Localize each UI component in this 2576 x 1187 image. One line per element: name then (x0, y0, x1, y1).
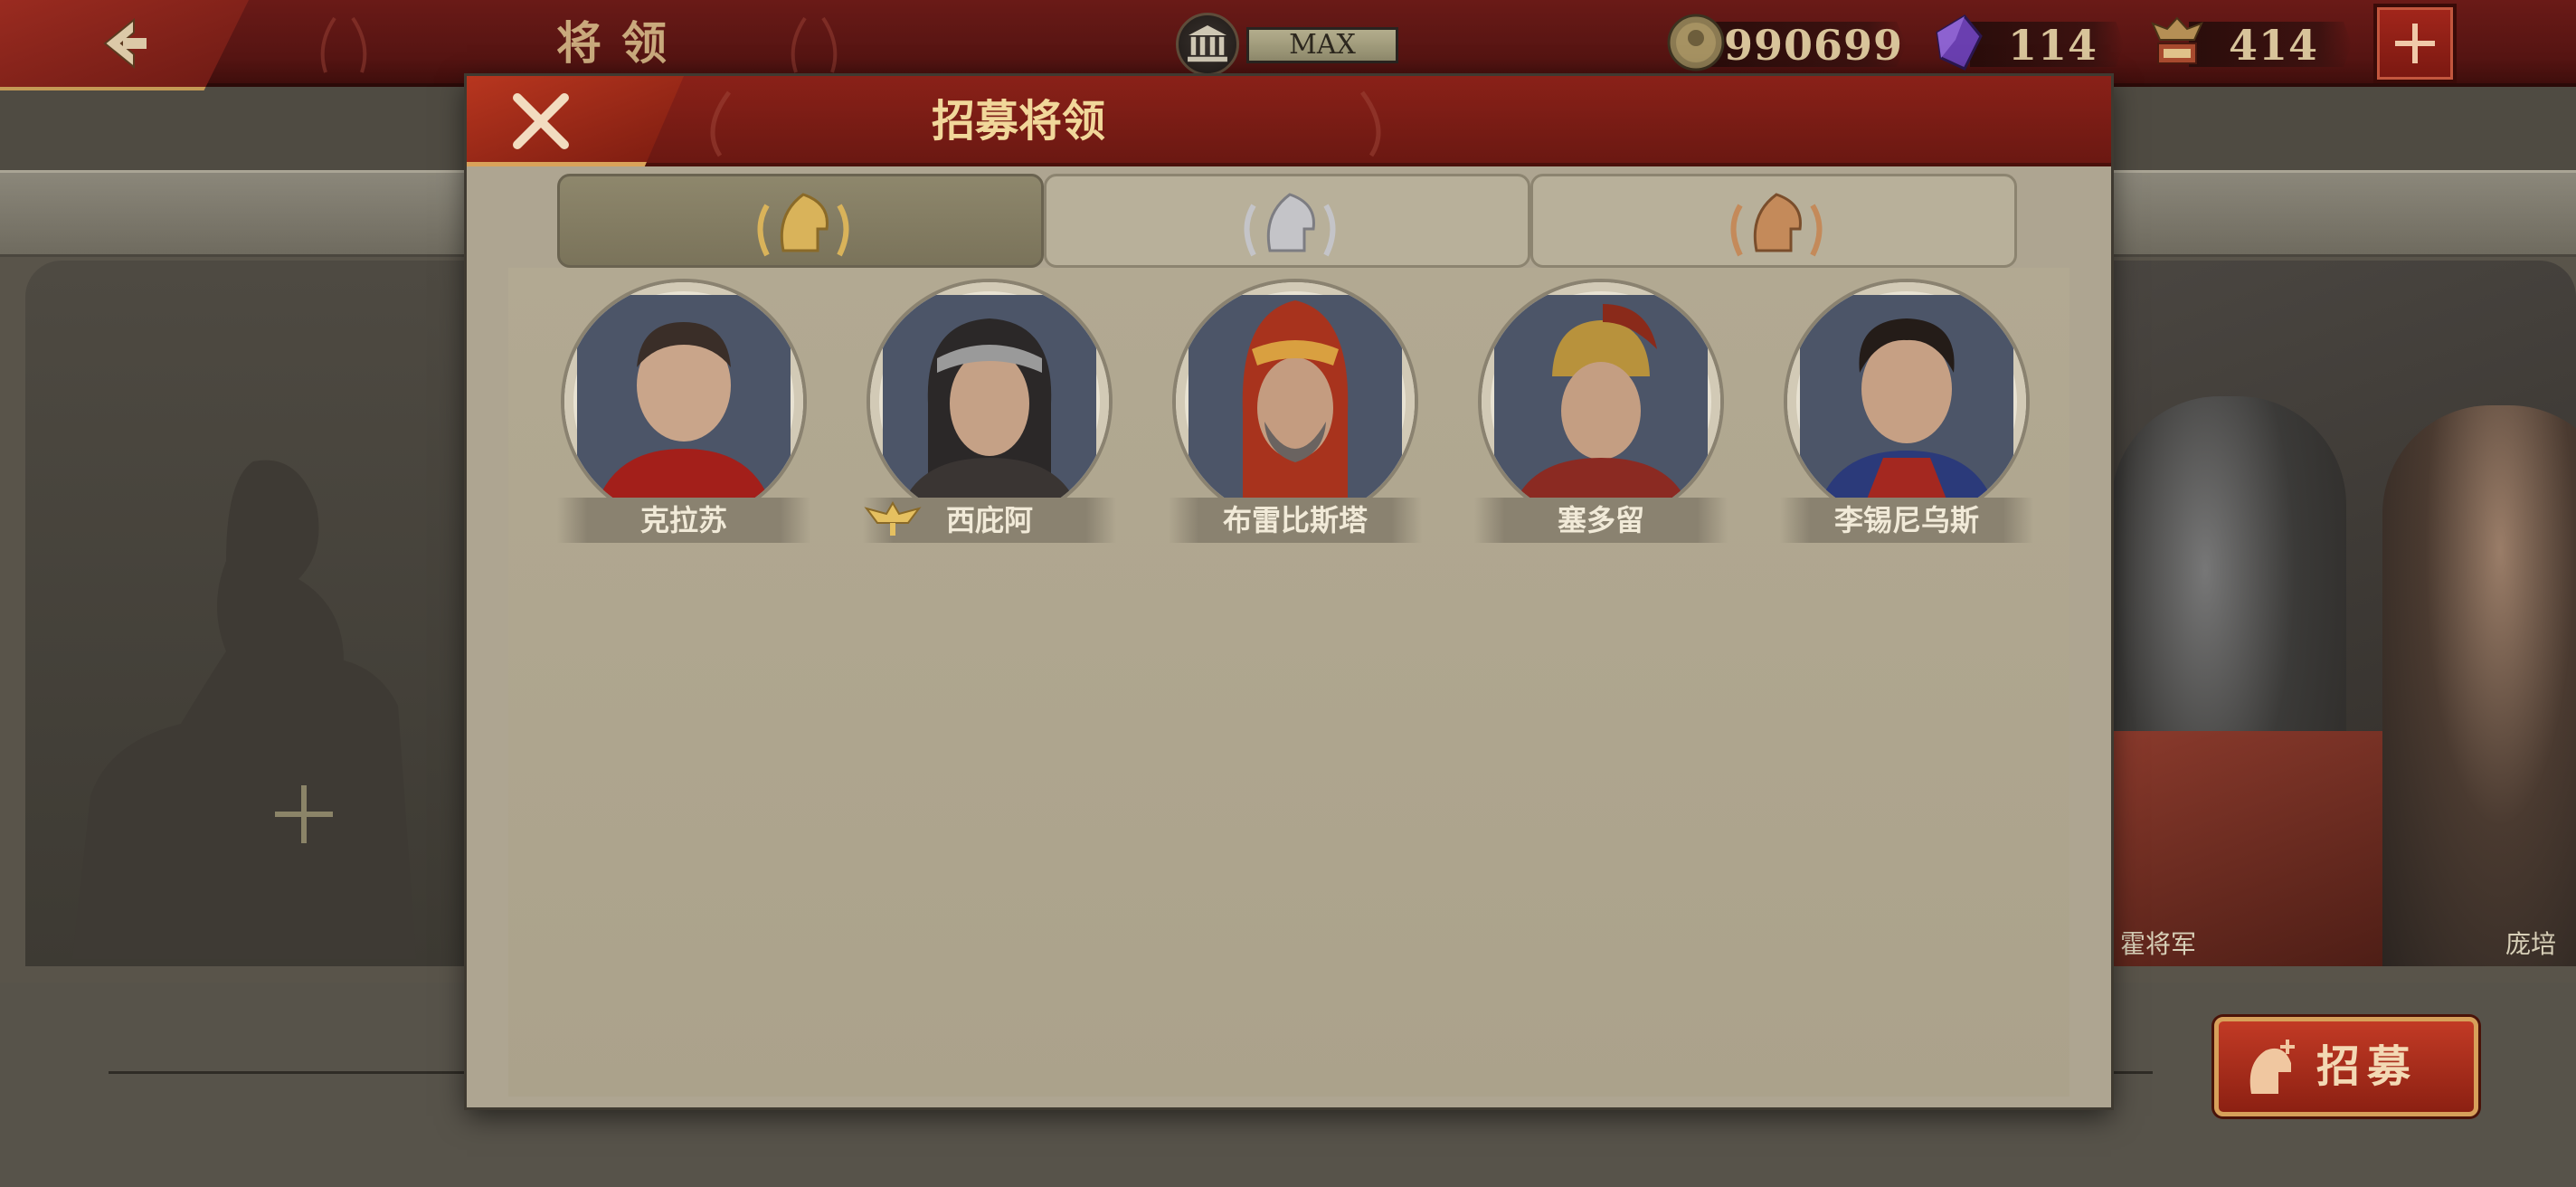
silver-helmet-icon (1244, 193, 1336, 257)
coin-counter[interactable]: 990699 (1666, 13, 1910, 76)
spqr-eagle-icon (2151, 16, 2203, 64)
building-level-indicator[interactable]: MAX (1176, 13, 1402, 76)
back-button[interactable] (0, 0, 249, 90)
general-face-image (1494, 295, 1708, 508)
recruit-general-dialog: 招募将领 克拉苏 西庇阿 布雷比斯塔 塞多留 李锡尼乌斯 (467, 76, 2111, 1107)
divider (2107, 1071, 2153, 1074)
temple-icon (1176, 13, 1239, 76)
recruit-button-label: 招募 (2316, 1041, 2419, 1092)
general-name: 塞多留 (1557, 503, 1644, 537)
gem-value: 114 (2008, 21, 2098, 70)
coin-value: 990699 (1724, 21, 1904, 70)
top-bar: 将领 MAX 990699 114 414 (0, 0, 2576, 90)
general-image (2382, 405, 2576, 966)
close-icon (513, 93, 569, 149)
general-card-burebista[interactable]: 布雷比斯塔 (1169, 282, 1422, 617)
general-name: 布雷比斯塔 (1222, 503, 1368, 537)
tier-tabs (557, 174, 2017, 268)
general-name: 克拉苏 (639, 503, 727, 537)
add-general-plus-icon[interactable] (275, 785, 333, 843)
general-name: 李锡尼乌斯 (1833, 503, 1979, 537)
tab-silver[interactable] (1044, 174, 1530, 268)
general-face-image (1189, 295, 1402, 508)
laurel-icon (710, 90, 732, 157)
tab-bronze[interactable] (1530, 174, 2017, 268)
close-button[interactable] (467, 76, 684, 166)
soldier-silhouette (72, 460, 416, 959)
tab-gold[interactable] (557, 174, 1044, 268)
general-portrait (1787, 282, 2026, 521)
dialog-title: 招募将领 (931, 96, 1105, 147)
dialog-header: 招募将领 (467, 76, 2111, 166)
purple-gem-icon (1936, 14, 1983, 71)
max-level-label: MAX (1246, 27, 1398, 63)
general-name: 西庇阿 (945, 503, 1033, 537)
general-card-sertorius[interactable]: 塞多留 (1474, 282, 1728, 617)
general-portrait (1482, 282, 1720, 521)
general-portrait (564, 282, 803, 521)
spqr-counter[interactable]: 414 (2147, 13, 2355, 76)
general-card-scipio[interactable]: 西庇阿 (863, 282, 1116, 617)
general-name-label: 霍将军 (2120, 929, 2197, 959)
spqr-value: 414 (2229, 21, 2319, 70)
page-title: 将领 (556, 16, 687, 70)
gold-helmet-icon (757, 193, 849, 257)
general-portrait-art (2111, 261, 2576, 966)
general-face-image (577, 295, 791, 508)
spartan-helmet-plus-icon (2249, 1040, 2295, 1094)
general-portrait (1176, 282, 1415, 521)
add-resource-button[interactable] (2373, 4, 2457, 83)
chevron-left-icon (103, 17, 147, 70)
general-face-image (883, 295, 1096, 508)
general-card-licinius[interactable]: 李锡尼乌斯 (1780, 282, 2033, 617)
general-name-label: 庞培 (2505, 929, 2557, 959)
general-card-crassus[interactable]: 克拉苏 (557, 282, 810, 617)
general-portrait (870, 282, 1109, 521)
laurel-icon (320, 16, 367, 73)
laurel-icon (1359, 90, 1381, 157)
gem-counter[interactable]: 114 (1928, 13, 2127, 76)
recruit-button[interactable]: 招募 (2214, 1017, 2478, 1116)
divider (109, 1071, 488, 1074)
general-face-image (1800, 295, 2013, 508)
laurel-icon (791, 16, 838, 73)
bronze-helmet-icon (1730, 193, 1823, 257)
coin-icon (1667, 14, 1725, 71)
